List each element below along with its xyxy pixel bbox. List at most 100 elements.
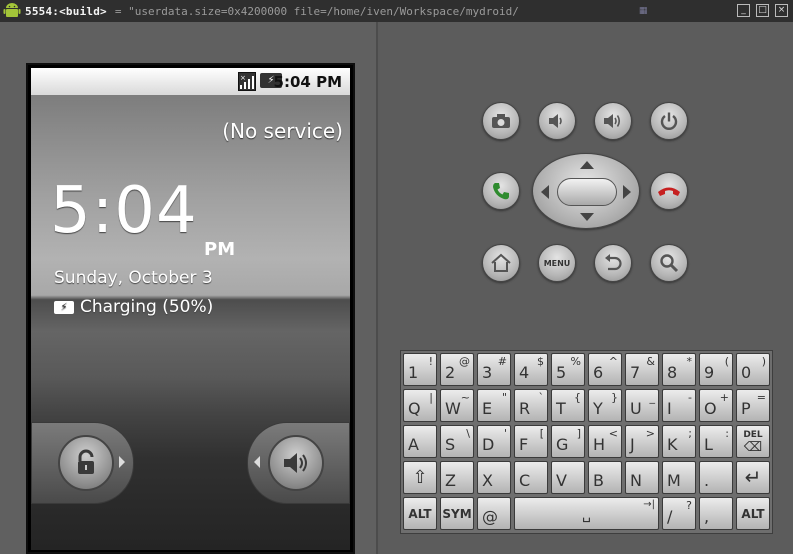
key-space[interactable]: ␣ →| bbox=[514, 497, 659, 530]
key-alt-right[interactable]: ALT bbox=[736, 497, 770, 530]
power-icon bbox=[660, 112, 678, 130]
key-y[interactable]: Y} bbox=[588, 389, 622, 422]
dpad-up-icon[interactable] bbox=[580, 161, 594, 169]
key-x[interactable]: X bbox=[477, 461, 511, 494]
end-call-button[interactable] bbox=[650, 172, 688, 210]
key-v[interactable]: V bbox=[551, 461, 585, 494]
key-c[interactable]: C bbox=[514, 461, 548, 494]
volume-down-button[interactable] bbox=[538, 102, 576, 140]
hardware-keyboard: 1! 2 @ 3 # 4 $ 5% 6 ^ 7 & 8 * 9( 0) Q | W ~ E " R… bbox=[400, 350, 773, 534]
key-comma[interactable]: , bbox=[699, 497, 733, 530]
key-shift[interactable]: ⇧ bbox=[403, 461, 437, 494]
key-k[interactable]: K; bbox=[662, 425, 696, 458]
key-sym[interactable]: SYM bbox=[440, 497, 474, 530]
svg-text:×: × bbox=[240, 74, 246, 82]
key-u[interactable]: U _ bbox=[625, 389, 659, 422]
close-button[interactable]: × bbox=[775, 4, 788, 17]
key-7[interactable]: 7 & bbox=[625, 353, 659, 386]
key-o[interactable]: O + bbox=[699, 389, 733, 422]
volume-up-button[interactable] bbox=[594, 102, 632, 140]
minimize-button[interactable]: _ bbox=[737, 4, 750, 17]
key-8[interactable]: 8 * bbox=[662, 353, 696, 386]
carrier-status: (No service) bbox=[222, 119, 343, 143]
maximize-button[interactable]: □ bbox=[756, 4, 769, 17]
key-w[interactable]: W ~ bbox=[440, 389, 474, 422]
shift-icon: ⇧ bbox=[412, 467, 428, 488]
key-p[interactable]: P = bbox=[736, 389, 770, 422]
key-s[interactable]: S \ bbox=[440, 425, 474, 458]
window-titlebar: 5554:<build> = "userdata.size=0x4200000 … bbox=[0, 0, 793, 22]
dpad-down-icon[interactable] bbox=[580, 213, 594, 221]
key-slash[interactable]: /? bbox=[662, 497, 696, 530]
menu-button[interactable]: MENU bbox=[538, 244, 576, 282]
camera-button[interactable] bbox=[482, 102, 520, 140]
key-t[interactable]: T{ bbox=[551, 389, 585, 422]
key-alt-left[interactable]: ALT bbox=[403, 497, 437, 530]
dpad-left-icon[interactable] bbox=[541, 185, 549, 199]
dpad[interactable] bbox=[532, 153, 640, 229]
key-6[interactable]: 6 ^ bbox=[588, 353, 622, 386]
dpad-right-icon[interactable] bbox=[623, 185, 631, 199]
dpad-center-button[interactable] bbox=[557, 178, 617, 206]
key-2[interactable]: 2 @ bbox=[440, 353, 474, 386]
lockscreen-clock: 5:04 bbox=[50, 174, 198, 248]
key-5[interactable]: 5% bbox=[551, 353, 585, 386]
search-icon bbox=[660, 254, 679, 273]
key-f[interactable]: F[ bbox=[514, 425, 548, 458]
android-icon bbox=[3, 3, 21, 17]
unlock-handle[interactable] bbox=[58, 435, 114, 491]
key-m[interactable]: M bbox=[662, 461, 696, 494]
phone-screen[interactable]: × ⚡ 5:04 PM (No service) 5:04 PM Sunday,… bbox=[26, 63, 355, 554]
camera-icon bbox=[492, 114, 510, 128]
power-button[interactable] bbox=[650, 102, 688, 140]
call-button[interactable] bbox=[482, 172, 520, 210]
unlock-icon bbox=[78, 449, 94, 474]
key-g[interactable]: G] bbox=[551, 425, 585, 458]
status-time: 5:04 PM bbox=[273, 73, 342, 91]
command-ghost-text: = "userdata.size=0x4200000 file=/home/iv… bbox=[114, 4, 519, 18]
key-0[interactable]: 0) bbox=[736, 353, 770, 386]
key-i[interactable]: I- bbox=[662, 389, 696, 422]
no-signal-icon: × bbox=[238, 72, 256, 91]
sound-toggle-handle[interactable] bbox=[268, 435, 324, 491]
key-4[interactable]: 4 $ bbox=[514, 353, 548, 386]
enter-icon: ↵ bbox=[744, 465, 762, 489]
menu-label: MENU bbox=[543, 258, 571, 268]
charging-plug-icon: ⚡ bbox=[54, 300, 74, 314]
lockscreen-date: Sunday, October 3 bbox=[54, 268, 213, 288]
key-n[interactable]: N bbox=[625, 461, 659, 494]
key-b[interactable]: B bbox=[588, 461, 622, 494]
unlock-slider-tab[interactable] bbox=[31, 422, 134, 504]
ghost-grid-icon: ▦ bbox=[638, 6, 648, 16]
sound-slider-tab[interactable] bbox=[247, 422, 350, 504]
emulator-window: 5554:<build> = "userdata.size=0x4200000 … bbox=[0, 0, 793, 554]
key-j[interactable]: J > bbox=[625, 425, 659, 458]
key-period[interactable]: . bbox=[699, 461, 733, 494]
key-d[interactable]: D ' bbox=[477, 425, 511, 458]
home-button[interactable] bbox=[482, 244, 520, 282]
clock-ampm: PM bbox=[204, 239, 236, 260]
charging-status: ⚡ Charging (50%) bbox=[54, 297, 213, 317]
key-enter[interactable]: ↵ bbox=[736, 461, 770, 494]
key-9[interactable]: 9( bbox=[699, 353, 733, 386]
sound-on-icon bbox=[284, 453, 307, 473]
key-q[interactable]: Q | bbox=[403, 389, 437, 422]
search-button[interactable] bbox=[650, 244, 688, 282]
window-title: 5554:<build> bbox=[25, 4, 107, 18]
key-del[interactable]: DEL ⌫ bbox=[736, 425, 770, 458]
key-3[interactable]: 3 # bbox=[477, 353, 511, 386]
key-at[interactable]: @ bbox=[477, 497, 511, 530]
home-icon bbox=[491, 253, 511, 272]
key-h[interactable]: H < bbox=[588, 425, 622, 458]
key-z[interactable]: Z bbox=[440, 461, 474, 494]
status-bar[interactable]: × ⚡ 5:04 PM bbox=[31, 68, 350, 95]
tab-icon: →| bbox=[643, 499, 655, 510]
key-r[interactable]: R ` bbox=[514, 389, 548, 422]
key-1[interactable]: 1! bbox=[403, 353, 437, 386]
key-e[interactable]: E " bbox=[477, 389, 511, 422]
call-icon bbox=[493, 183, 509, 200]
space-icon: ␣ bbox=[582, 507, 591, 523]
key-l[interactable]: L: bbox=[699, 425, 733, 458]
back-button[interactable] bbox=[594, 244, 632, 282]
key-a[interactable]: A bbox=[403, 425, 437, 458]
